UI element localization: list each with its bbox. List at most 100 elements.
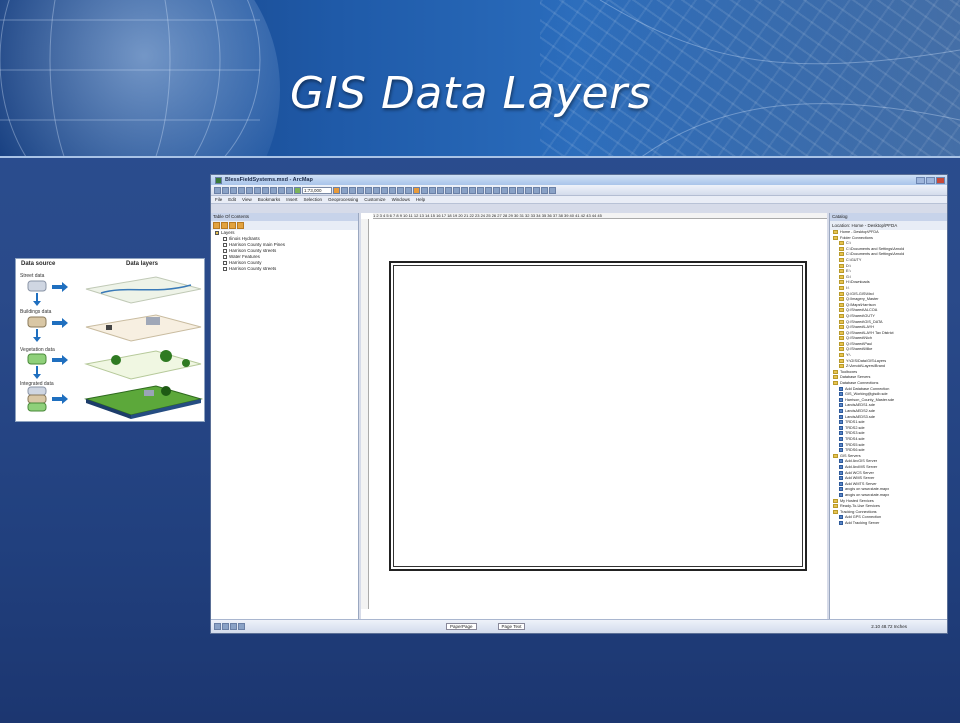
zoom-out-icon[interactable] <box>389 186 396 194</box>
connection-icon <box>839 431 843 436</box>
layer-checkbox[interactable] <box>223 242 227 247</box>
coordinate-readout: 2.10 48.72 Inches <box>871 624 907 629</box>
menu-windows[interactable]: Windows <box>392 197 410 202</box>
toc-layer[interactable]: Harrison County streets <box>211 266 358 272</box>
text-tool-icon[interactable] <box>509 186 516 194</box>
layout-page-frame[interactable] <box>389 261 807 571</box>
menu-bookmarks[interactable]: Bookmarks <box>258 197 281 202</box>
connection-icon <box>839 492 843 497</box>
map-scale-field[interactable]: 1:73,000 <box>302 186 332 194</box>
folder-icon <box>839 358 844 363</box>
app-icon <box>215 176 222 184</box>
delete-icon[interactable] <box>270 186 277 194</box>
menu-view[interactable]: View <box>242 197 252 202</box>
connection-icon <box>839 476 843 481</box>
layout-tool-icon[interactable] <box>469 186 476 194</box>
full-extent-icon[interactable] <box>405 186 412 194</box>
list-by-source-icon[interactable] <box>221 222 228 229</box>
menu-edit[interactable]: Edit <box>228 197 236 202</box>
menu-help[interactable]: Help <box>416 197 425 202</box>
toc-icon[interactable] <box>341 186 348 194</box>
folder-icon <box>833 509 838 514</box>
folder-icon <box>839 274 844 279</box>
python-icon[interactable] <box>373 186 380 194</box>
folder-icon <box>839 257 844 262</box>
underline-icon[interactable] <box>541 186 548 194</box>
measure-icon[interactable] <box>437 186 444 194</box>
layout-view-canvas[interactable]: 1 2 3 4 5 6 7 8 9 10 11 12 13 14 15 16 1… <box>361 213 827 621</box>
new-icon[interactable] <box>214 186 221 194</box>
font-tool-icon[interactable] <box>517 186 524 194</box>
undo-icon[interactable] <box>278 186 285 194</box>
layer-checkbox[interactable] <box>223 254 227 259</box>
print-icon[interactable] <box>238 186 245 194</box>
slide-title: GIS Data Layers <box>290 68 652 119</box>
menu-file[interactable]: File <box>215 197 222 202</box>
list-by-drawing-order-icon[interactable] <box>213 222 220 229</box>
folder-icon <box>839 246 844 251</box>
drawing-tool-icon[interactable] <box>501 186 508 194</box>
identify-icon[interactable] <box>421 186 428 194</box>
close-button[interactable] <box>936 176 945 184</box>
catalog-location-bar[interactable]: Location: Home - Desktop\PFDA <box>830 221 947 230</box>
layer-checkbox[interactable] <box>223 248 227 253</box>
location-field[interactable]: Home - Desktop\PFDA <box>852 223 898 228</box>
connection-icon <box>839 403 843 408</box>
folder-icon <box>839 297 844 302</box>
layout-view-icon[interactable] <box>214 623 221 630</box>
refresh-icon[interactable] <box>230 623 237 630</box>
layout-zoom-icon[interactable] <box>477 186 484 194</box>
catalog-panel[interactable]: Catalog Location: Home - Desktop\PFDA Ho… <box>829 213 947 621</box>
folder-icon <box>833 230 838 234</box>
copy-icon[interactable] <box>254 186 261 194</box>
connection-icon <box>839 464 843 469</box>
add-data-icon[interactable] <box>294 186 301 194</box>
layout-percent-icon[interactable] <box>493 186 500 194</box>
save-icon[interactable] <box>230 186 237 194</box>
catalog-icon[interactable] <box>349 186 356 194</box>
search-icon[interactable] <box>357 186 364 194</box>
italic-icon[interactable] <box>533 186 540 194</box>
layer-checkbox[interactable] <box>223 266 227 271</box>
bottom-tab[interactable]: PaperPage <box>446 623 477 630</box>
maximize-button[interactable] <box>926 176 935 184</box>
redo-icon[interactable] <box>286 186 293 194</box>
paste-icon[interactable] <box>262 186 269 194</box>
fill-color-icon[interactable] <box>549 186 556 194</box>
time-slider-icon[interactable] <box>461 186 468 194</box>
layer-checkbox[interactable] <box>223 236 227 241</box>
open-icon[interactable] <box>222 186 229 194</box>
layout-pan-icon[interactable] <box>485 186 492 194</box>
cut-icon[interactable] <box>246 186 253 194</box>
find-icon[interactable] <box>429 186 436 194</box>
hyperlink-icon[interactable] <box>445 186 452 194</box>
layer-checkbox[interactable] <box>223 260 227 265</box>
connection-icon <box>839 425 843 430</box>
zoom-in-icon[interactable] <box>381 186 388 194</box>
pan-icon[interactable] <box>397 186 404 194</box>
page-text-dropdown[interactable]: Page Text <box>497 623 526 630</box>
pause-drawing-icon[interactable] <box>238 623 245 630</box>
html-popup-icon[interactable] <box>453 186 460 194</box>
folder-icon <box>839 313 844 318</box>
select-icon[interactable] <box>413 186 420 194</box>
window-titlebar[interactable]: BlessFieldSystems.mxd - ArcMap <box>211 175 947 185</box>
data-view-icon[interactable] <box>222 623 229 630</box>
menu-customize[interactable]: Customize <box>364 197 385 202</box>
editor-icon[interactable] <box>333 186 340 194</box>
catalog-tree[interactable]: Home - Desktop\PFDA Folder Connections C:\… <box>830 230 947 526</box>
folder-icon <box>839 347 844 352</box>
arctoolbox-icon[interactable] <box>365 186 372 194</box>
list-by-selection-icon[interactable] <box>237 222 244 229</box>
menu-selection[interactable]: Selection <box>304 197 323 202</box>
list-by-visibility-icon[interactable] <box>229 222 236 229</box>
catalog-item[interactable]: Add Tracking Server <box>830 520 947 527</box>
bold-icon[interactable] <box>525 186 532 194</box>
connection-icon <box>839 392 843 397</box>
table-of-contents-panel[interactable]: Table Of Contents Layers Ilinois Hydrant… <box>211 213 359 621</box>
minimize-button[interactable] <box>916 176 925 184</box>
arcmap-window[interactable]: BlessFieldSystems.mxd - ArcMap 1:73,000 <box>210 174 948 634</box>
toc-header: Table Of Contents <box>211 213 358 221</box>
menu-geoprocessing[interactable]: Geoprocessing <box>328 197 358 202</box>
menu-insert[interactable]: Insert <box>286 197 297 202</box>
